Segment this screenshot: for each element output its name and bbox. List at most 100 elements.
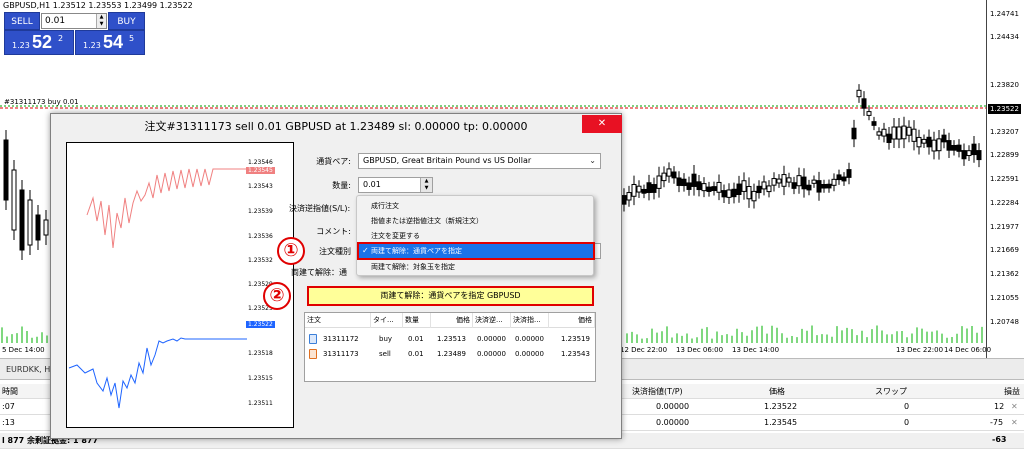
buy-button[interactable]: BUY bbox=[108, 12, 145, 30]
candle-body bbox=[626, 192, 632, 201]
col-tp[interactable]: 決済指... bbox=[511, 313, 549, 328]
col-price[interactable]: 価格 bbox=[769, 386, 785, 397]
bid-price-tag: 1.23522 bbox=[246, 321, 275, 328]
dropdown-item-pending[interactable]: 指値または逆指値注文（新規注文） bbox=[371, 215, 483, 228]
tick-price-label: 1.23543 bbox=[248, 183, 273, 190]
candle-body bbox=[816, 180, 822, 193]
spin-up-icon[interactable]: ▲ bbox=[420, 178, 432, 185]
close-by-button[interactable]: 両建て解除：通貨ペアを指定 GBPUSD bbox=[307, 286, 594, 306]
ask-price-tag: 1.23545 bbox=[246, 167, 275, 174]
col-volume[interactable]: 数量 bbox=[403, 313, 431, 328]
annotation-marker-1: ① bbox=[277, 237, 305, 265]
col-type[interactable]: タイ... bbox=[371, 313, 403, 328]
candle-body bbox=[881, 128, 887, 137]
price-label: 1.22284 bbox=[990, 199, 1019, 207]
candle-body bbox=[806, 184, 812, 191]
table-row[interactable]: 31311172 buy 0.01 1.23513 0.00000 0.0000… bbox=[305, 332, 595, 346]
price-label: 1.21362 bbox=[990, 270, 1019, 278]
price-scale[interactable]: 1.24741 1.24434 1.23820 1.23522 1.23207 … bbox=[986, 0, 1024, 358]
time-label: 5 Dec 14:00 bbox=[2, 346, 45, 354]
tick-price-label: 1.23546 bbox=[248, 159, 273, 166]
col-tp[interactable]: 決済指値(T/P) bbox=[632, 386, 683, 397]
symbol-select[interactable]: GBPUSD, Great Britain Pound vs US Dollar… bbox=[358, 153, 601, 169]
annotation-marker-2: ② bbox=[263, 282, 291, 310]
order-current-price: 1.23543 bbox=[561, 350, 590, 358]
sell-price-prefix: 1.23 bbox=[12, 41, 30, 50]
price-label: 1.23820 bbox=[990, 81, 1019, 89]
sell-price-pips: 52 bbox=[32, 32, 53, 52]
col-current-price[interactable]: 価格 bbox=[549, 313, 595, 328]
price-label: 1.23207 bbox=[990, 128, 1019, 136]
candle-body bbox=[736, 183, 742, 195]
order-current-price: 1.23519 bbox=[561, 335, 590, 343]
order-document-icon bbox=[309, 334, 317, 344]
close-by-label: 両建て解除：通 bbox=[291, 268, 347, 277]
candle-body bbox=[906, 126, 912, 136]
candle-body bbox=[641, 188, 647, 194]
col-order[interactable]: 注文 bbox=[305, 313, 371, 328]
order-volume: 0.01 bbox=[408, 350, 424, 358]
col-price[interactable]: 価格 bbox=[431, 313, 473, 328]
sell-price-button[interactable]: 1.23 52 2 bbox=[4, 30, 74, 55]
candle-body bbox=[636, 185, 642, 193]
order-price: 1.23513 bbox=[437, 335, 466, 343]
tick-price-label: 1.23515 bbox=[248, 375, 273, 382]
buy-price-fraction: 5 bbox=[129, 34, 135, 43]
order-dialog: 注文#31311173 sell 0.01 GBPUSD at 1.23489 … bbox=[50, 113, 622, 439]
candle-body bbox=[43, 219, 49, 236]
buy-price-prefix: 1.23 bbox=[83, 41, 101, 50]
col-sl[interactable]: 決済逆... bbox=[473, 313, 511, 328]
price-label: 1.21669 bbox=[990, 246, 1019, 254]
candle-body bbox=[841, 176, 847, 182]
order-sl: 0.00000 bbox=[477, 350, 506, 358]
candle-body bbox=[711, 186, 717, 192]
col-time[interactable]: 時間 bbox=[2, 386, 18, 397]
spin-down-icon[interactable]: ▼ bbox=[96, 21, 106, 28]
time-label: 13 Dec 06:00 bbox=[676, 346, 724, 354]
close-position-icon[interactable]: ✕ bbox=[1011, 402, 1018, 411]
candle-body bbox=[781, 174, 787, 187]
order-tp: 0.00000 bbox=[515, 335, 544, 343]
price-label: 1.21055 bbox=[990, 294, 1019, 302]
close-icon[interactable]: ✕ bbox=[582, 115, 622, 133]
sell-price-fraction: 2 bbox=[58, 34, 64, 43]
close-position-icon[interactable]: ✕ bbox=[1011, 418, 1018, 427]
tab-eurdkk[interactable]: EURDKK, H1 bbox=[0, 362, 55, 377]
row-time: :13 bbox=[2, 418, 15, 427]
spin-down-icon[interactable]: ▼ bbox=[420, 185, 432, 192]
candle-body bbox=[786, 177, 792, 183]
order-id: 31311173 bbox=[323, 350, 359, 358]
dropdown-item-close-by-position[interactable]: 両建て解除：対象玉を指定 bbox=[371, 261, 455, 274]
candle-body bbox=[35, 214, 41, 241]
price-label: 1.24741 bbox=[990, 10, 1019, 18]
row-swap: 0 bbox=[904, 402, 910, 411]
dropdown-item-close-by-symbol[interactable]: ✓ 両建て解除：通貨ペアを指定 bbox=[357, 242, 595, 260]
candle-body bbox=[796, 175, 802, 187]
comment-label: コメント: bbox=[316, 227, 351, 236]
candle-body bbox=[866, 111, 872, 116]
dropdown-item-market[interactable]: 成行注文 bbox=[371, 200, 399, 213]
order-line-label: #31311173 buy 0.01 bbox=[4, 98, 79, 106]
row-tp: 0.00000 bbox=[656, 418, 690, 427]
candle-body bbox=[666, 168, 672, 177]
candle-body bbox=[926, 136, 932, 148]
col-profit[interactable]: 損益 bbox=[1004, 386, 1020, 397]
table-row[interactable]: 31311173 sell 0.01 1.23489 0.00000 0.000… bbox=[305, 347, 595, 361]
buy-price-button[interactable]: 1.23 54 5 bbox=[75, 30, 145, 55]
candle-body bbox=[646, 182, 652, 193]
symbol-value: GBPUSD, Great Britain Pound vs US Dollar bbox=[363, 156, 532, 165]
spin-up-icon[interactable]: ▲ bbox=[96, 14, 106, 21]
sell-button[interactable]: SELL bbox=[4, 12, 40, 30]
price-label: 1.22591 bbox=[990, 175, 1019, 183]
dropdown-item-modify[interactable]: 注文を変更する bbox=[371, 230, 420, 243]
col-swap[interactable]: スワップ bbox=[875, 386, 907, 397]
order-volume: 0.01 bbox=[408, 335, 424, 343]
candle-body bbox=[746, 185, 752, 200]
volume-input[interactable]: 0.01 ▲ ▼ bbox=[358, 177, 433, 193]
price-label: 1.20748 bbox=[990, 318, 1019, 326]
opposite-orders-table: 注文 タイ... 数量 価格 決済逆... 決済指... 価格 31311172… bbox=[304, 312, 596, 382]
row-profit: 12 bbox=[994, 402, 1005, 411]
order-type-dropdown: 成行注文 指値または逆指値注文（新規注文） 注文を変更する ✓ 両建て解除：通貨… bbox=[356, 195, 595, 276]
lot-size-input[interactable]: 0.01 ▲ ▼ bbox=[41, 13, 107, 29]
tick-price-label: 1.23518 bbox=[248, 350, 273, 357]
